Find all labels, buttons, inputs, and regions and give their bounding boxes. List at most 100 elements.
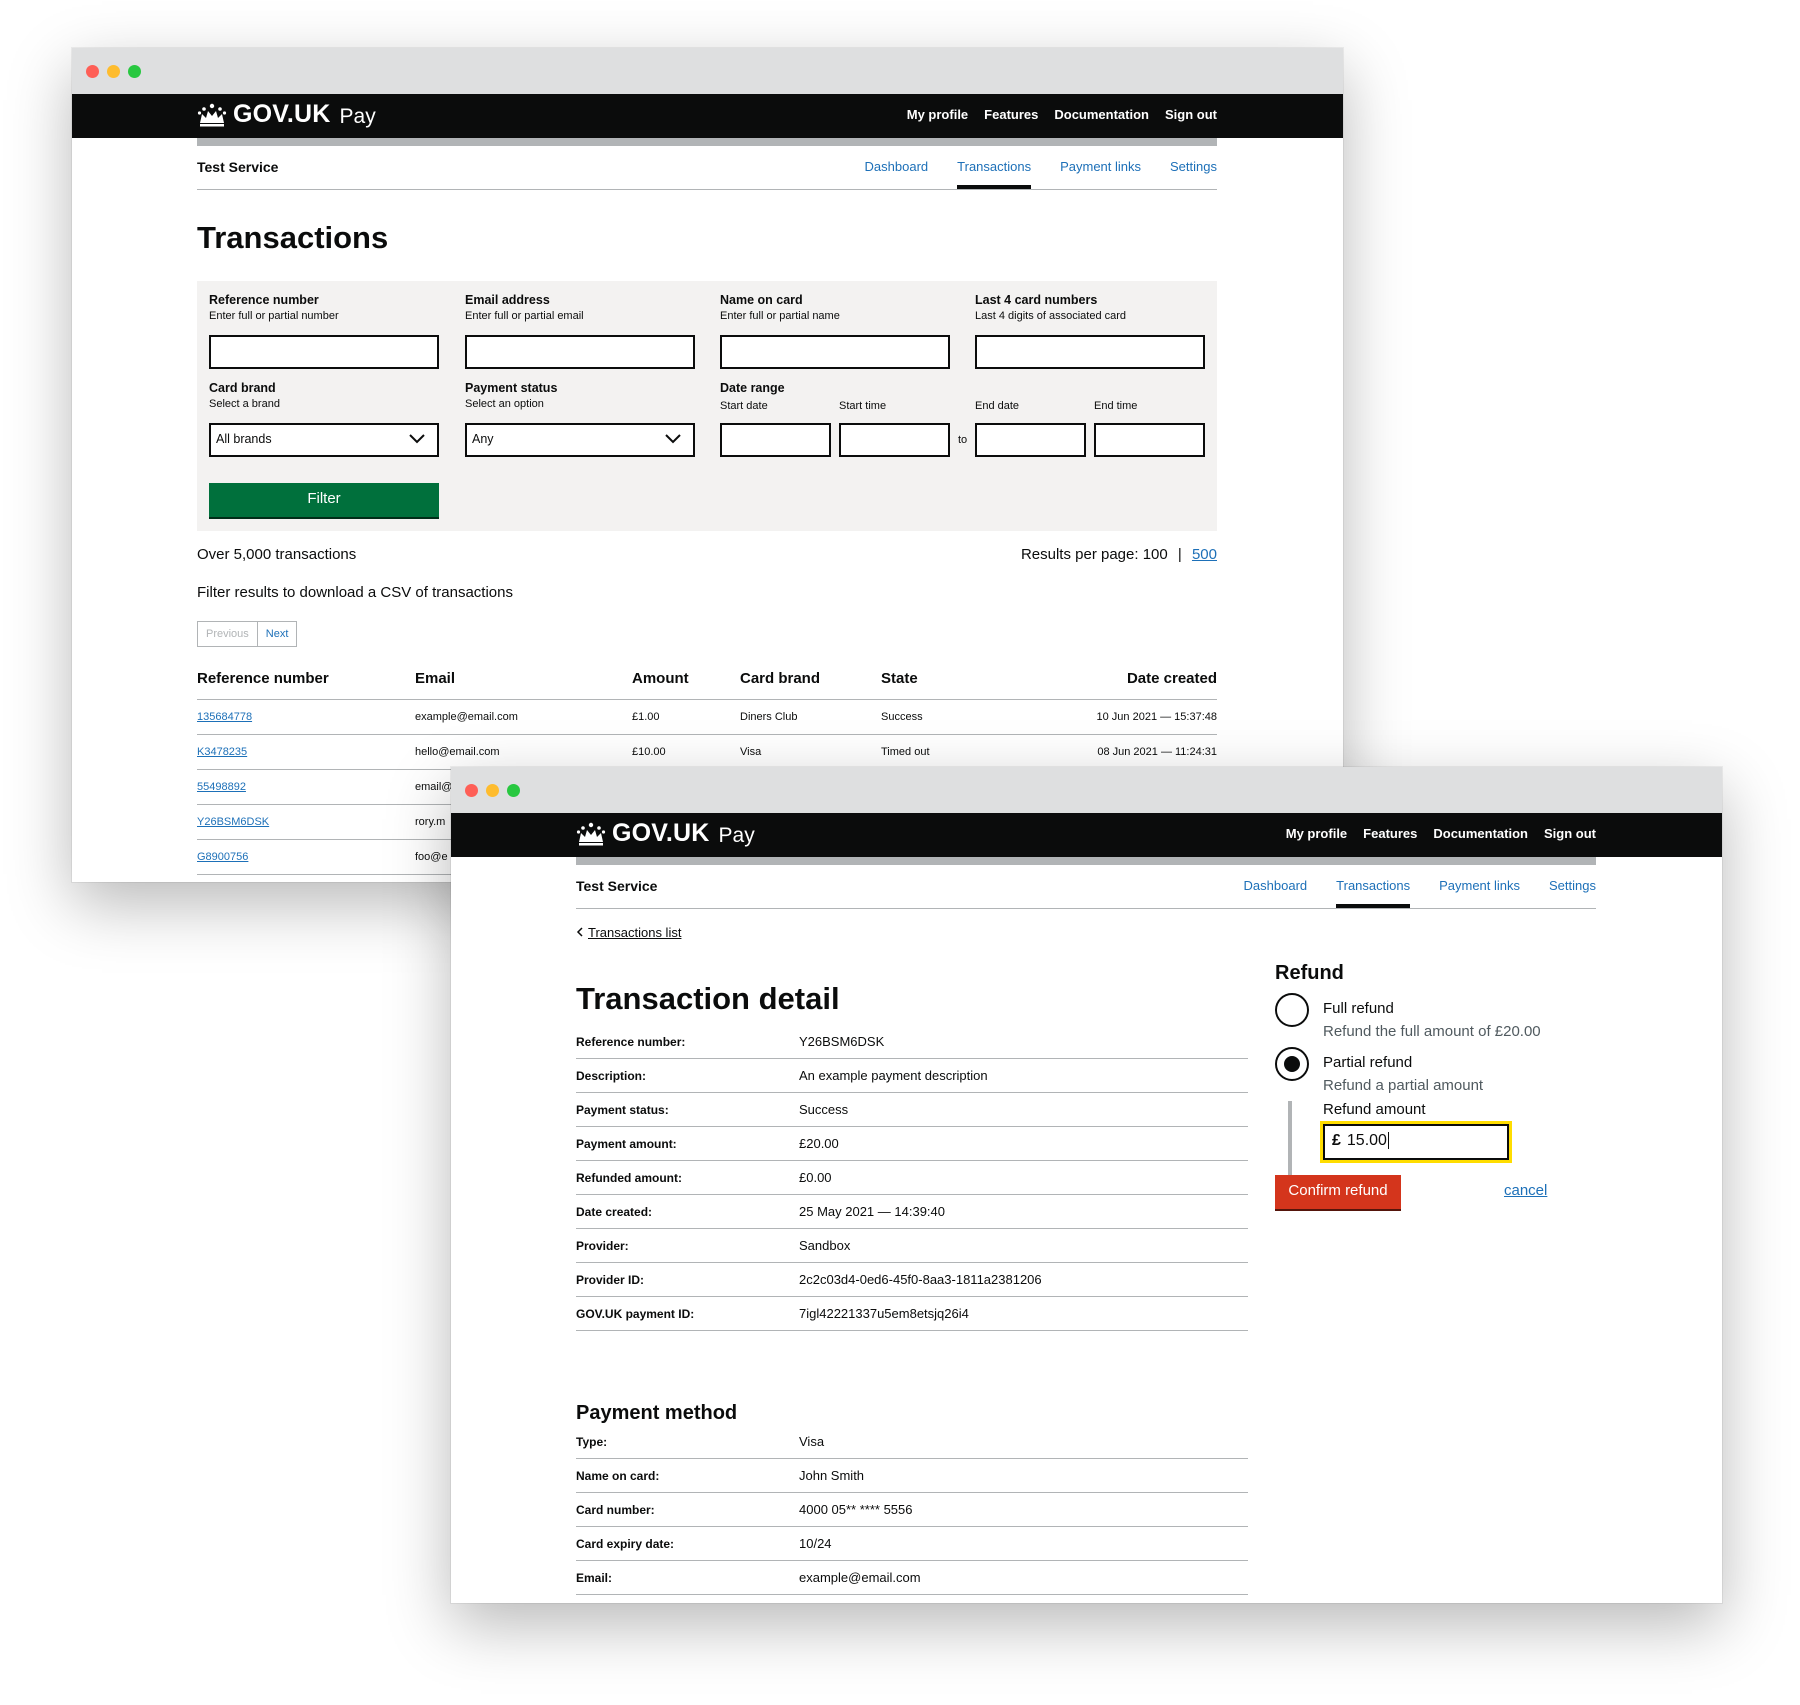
full-refund-radio[interactable] [1275,993,1309,1027]
transaction-state: Timed out [881,734,1031,770]
nav-features[interactable]: Features [984,107,1038,122]
last4-label: Last 4 card numbers [975,293,1098,307]
summary-row: Card number: 4000 05** **** 5556 [576,1493,1248,1527]
partial-refund-hint: Refund a partial amount [1323,1077,1484,1094]
email-input[interactable] [465,335,695,369]
window-titlebar [72,48,1343,94]
column-header-card-brand[interactable]: Card brand [740,660,881,700]
summary-key: Payment amount: [576,1136,677,1151]
column-header-reference[interactable]: Reference number [197,660,415,700]
nav-sign-out[interactable]: Sign out [1544,826,1596,841]
close-window-icon[interactable] [465,784,478,797]
nav-documentation[interactable]: Documentation [1433,826,1528,841]
tab-settings[interactable]: Settings [1170,159,1217,189]
column-header-state[interactable]: State [881,660,1031,700]
nav-sign-out[interactable]: Sign out [1165,107,1217,122]
tab-payment-links[interactable]: Payment links [1060,159,1141,189]
summary-value: 2c2c03d4-0ed6-45f0-8aa3-1811a2381206 [799,1272,1042,1287]
minimize-window-icon[interactable] [486,784,499,797]
transaction-summary-list: Reference number: Y26BSM6DSK Description:… [576,1025,1248,1331]
previous-page-button[interactable]: Previous [198,622,258,646]
tab-dashboard[interactable]: Dashboard [865,159,929,189]
start-time-input[interactable] [839,423,950,457]
column-header-date-created[interactable]: Date created [1031,660,1217,700]
page-title: Transactions [197,220,389,255]
partial-refund-label[interactable]: Partial refund [1323,1054,1412,1071]
partial-refund-radio[interactable] [1275,1047,1309,1081]
nav-features[interactable]: Features [1363,826,1417,841]
card-brand-select[interactable]: All brands [209,423,439,457]
transaction-reference-link[interactable]: 135684778 [197,711,252,723]
currency-prefix: £ [1332,1132,1341,1149]
conditional-reveal-bar [1288,1101,1292,1181]
summary-key: Provider ID: [576,1272,645,1287]
full-refund-hint: Refund the full amount of £20.00 [1323,1023,1541,1040]
summary-value: 4000 05** **** 5556 [799,1502,913,1517]
last4-input[interactable] [975,335,1205,369]
maximize-window-icon[interactable] [128,65,141,78]
summary-key: Date created: [576,1204,653,1219]
transaction-reference-link[interactable]: Y26BSM6DSK [197,816,269,828]
start-date-input[interactable] [720,423,831,457]
chevron-down-icon [409,434,425,444]
refund-amount-input[interactable]: £15.00​ [1320,1121,1512,1163]
name-on-card-label: Name on card [720,293,803,307]
product-name: Pay [718,823,755,847]
govuk-logo[interactable]: GOV.UK Pay [576,819,755,848]
summary-row: Type: Visa [576,1425,1248,1459]
close-window-icon[interactable] [86,65,99,78]
summary-key: Card expiry date: [576,1536,675,1551]
transaction-reference-link[interactable]: K3478235 [197,746,247,758]
maximize-window-icon[interactable] [507,784,520,797]
summary-row: Email: example@email.com [576,1561,1248,1595]
results-per-page-text: Results per page: 100 [1020,546,1168,563]
transaction-amount: £1.00 [632,699,740,735]
nav-my-profile[interactable]: My profile [1286,826,1347,841]
nav-my-profile[interactable]: My profile [907,107,968,122]
summary-value: 10/24 [799,1536,832,1551]
transaction-email: hello@email.com [415,734,632,770]
nav-documentation[interactable]: Documentation [1054,107,1149,122]
results-per-page-500-link[interactable]: 500 [1192,546,1217,563]
govuk-header: GOV.UK Pay My profile Features Documenta… [72,94,1343,138]
reference-input[interactable] [209,335,439,369]
end-time-input[interactable] [1094,423,1205,457]
summary-row: Reference number: Y26BSM6DSK [576,1025,1248,1059]
summary-value: Sandbox [799,1238,851,1253]
payment-status-select[interactable]: Any [465,423,695,457]
confirm-refund-button[interactable]: Confirm refund [1275,1175,1401,1209]
crown-icon [576,822,606,845]
end-date-input[interactable] [975,423,1086,457]
transaction-state: Success [881,699,1031,735]
email-hint: Enter full or partial email [465,310,584,322]
tab-transactions[interactable]: Transactions [957,159,1032,189]
filter-button[interactable]: Filter [209,483,439,517]
tab-dashboard[interactable]: Dashboard [1244,878,1308,908]
full-refund-label[interactable]: Full refund [1323,1000,1394,1017]
next-page-button[interactable]: Next [258,622,297,646]
tab-transactions[interactable]: Transactions [1336,878,1411,908]
transaction-email: example@email.com [415,699,632,735]
tab-settings[interactable]: Settings [1549,878,1596,908]
back-link[interactable]: Transactions list [576,925,681,940]
header-divider [576,857,1596,865]
summary-value: Y26BSM6DSK [799,1034,885,1049]
transaction-reference-link[interactable]: G8900756 [197,851,248,863]
column-header-amount[interactable]: Amount [632,660,740,700]
cancel-link[interactable]: cancel [1504,1182,1547,1199]
transaction-reference-link[interactable]: 55498892 [197,781,246,793]
minimize-window-icon[interactable] [107,65,120,78]
page-title: Transaction detail [576,981,840,1016]
tab-payment-links[interactable]: Payment links [1439,878,1520,908]
summary-value: example@email.com [799,1570,921,1585]
payment-method-heading: Payment method [576,1402,738,1424]
summary-row: Payment status: Success [576,1093,1248,1127]
govuk-logo-text: GOV.UK [612,819,710,847]
service-navigation: Test Service Dashboard Transactions Paym… [197,146,1217,190]
card-brand-value: All brands [216,432,272,446]
govuk-logo[interactable]: GOV.UK Pay [197,100,376,129]
results-per-page: Results per page: 100 | 500 [1021,546,1217,563]
start-time-label: Start time [839,400,887,412]
column-header-email[interactable]: Email [415,660,632,700]
name-on-card-input[interactable] [720,335,950,369]
